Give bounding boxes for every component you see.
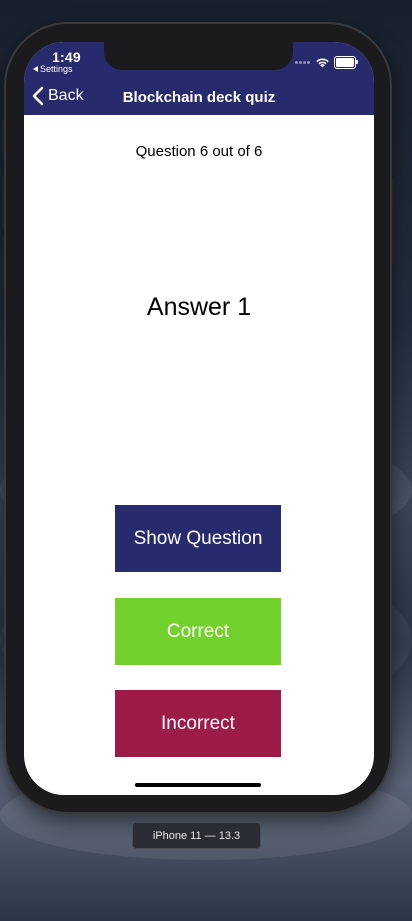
wifi-icon <box>316 58 329 68</box>
card-text: Answer 1 <box>146 293 252 321</box>
back-to-app-label: Settings <box>40 64 73 74</box>
home-indicator[interactable] <box>135 783 261 787</box>
device-screen: 1:49 Settings Back Blockchain deck quiz … <box>24 42 374 795</box>
notch <box>104 42 293 70</box>
incorrect-button[interactable]: Incorrect <box>115 690 281 757</box>
status-icons <box>295 56 358 69</box>
battery-icon <box>334 56 358 69</box>
back-triangle-icon <box>33 66 38 72</box>
correct-button[interactable]: Correct <box>115 598 281 665</box>
signal-dots-icon <box>295 61 311 64</box>
back-to-app-link[interactable]: Settings <box>33 64 73 74</box>
page-title: Blockchain deck quiz <box>122 89 276 106</box>
navigation-bar: 1:49 Settings Back Blockchain deck quiz <box>24 42 374 115</box>
question-progress: Question 6 out of 6 <box>135 143 263 160</box>
power-button <box>390 178 394 263</box>
show-question-button[interactable]: Show Question <box>115 505 281 572</box>
simulator-device-label: iPhone 11 — 13.3 <box>132 822 261 849</box>
simulator-window: { "status_bar": { "time": "1:49", "back_… <box>0 0 412 921</box>
status-time: 1:49 <box>52 49 81 65</box>
